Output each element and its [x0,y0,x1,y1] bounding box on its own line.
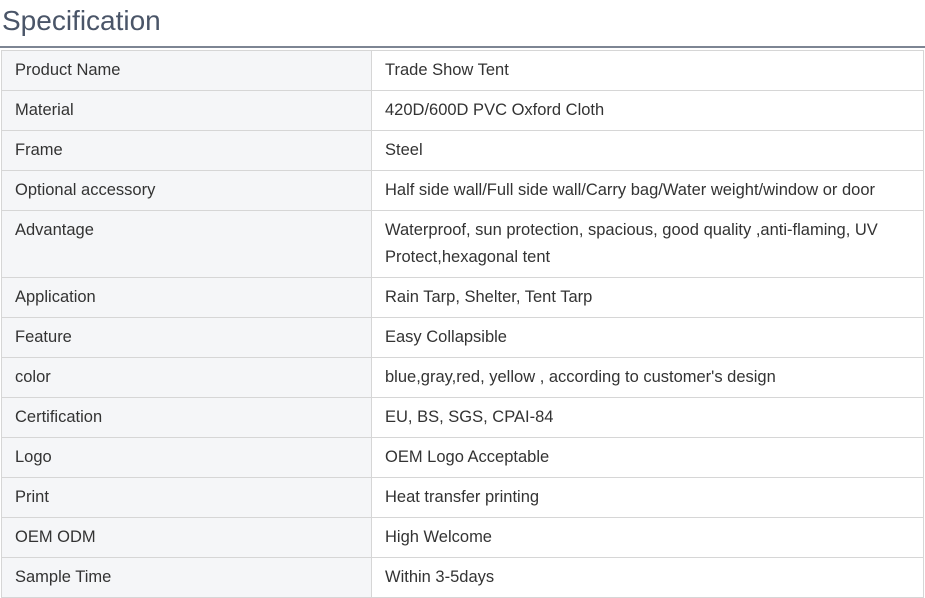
specification-table: Product Name Trade Show Tent Material 42… [1,50,924,598]
table-row: Logo OEM Logo Acceptable [1,437,924,478]
spec-key: Feature [1,317,372,358]
spec-value: Steel [371,130,924,171]
table-row: Frame Steel [1,130,924,171]
table-row: Certification EU, BS, SGS, CPAI-84 [1,397,924,438]
spec-key: Sample Time [1,557,372,598]
spec-value: Within 3-5days [371,557,924,598]
table-row: color blue,gray,red, yellow , according … [1,357,924,398]
spec-key: Frame [1,130,372,171]
spec-key: Application [1,277,372,318]
spec-value: Easy Collapsible [371,317,924,358]
spec-value: blue,gray,red, yellow , according to cus… [371,357,924,398]
table-row: Print Heat transfer printing [1,477,924,518]
spec-key: Product Name [1,50,372,91]
table-row: Material 420D/600D PVC Oxford Cloth [1,90,924,131]
spec-value: 420D/600D PVC Oxford Cloth [371,90,924,131]
table-row: Optional accessory Half side wall/Full s… [1,170,924,211]
spec-key: Print [1,477,372,518]
spec-key: OEM ODM [1,517,372,558]
spec-value: OEM Logo Acceptable [371,437,924,478]
spec-key: color [1,357,372,398]
page-title: Specification [2,5,161,36]
spec-value: Half side wall/Full side wall/Carry bag/… [371,170,924,211]
table-row: Sample Time Within 3-5days [1,557,924,598]
table-row: Product Name Trade Show Tent [1,50,924,91]
spec-value: Heat transfer printing [371,477,924,518]
table-row: Advantage Waterproof, sun protection, sp… [1,210,924,278]
spec-key: Advantage [1,210,372,278]
spec-value: EU, BS, SGS, CPAI-84 [371,397,924,438]
spec-value: Waterproof, sun protection, spacious, go… [371,210,924,278]
spec-key: Material [1,90,372,131]
table-row: OEM ODM High Welcome [1,517,924,558]
spec-value: Rain Tarp, Shelter, Tent Tarp [371,277,924,318]
table-row: Feature Easy Collapsible [1,317,924,358]
spec-value: Trade Show Tent [371,50,924,91]
spec-value: High Welcome [371,517,924,558]
spec-key: Logo [1,437,372,478]
spec-key: Certification [1,397,372,438]
table-row: Application Rain Tarp, Shelter, Tent Tar… [1,277,924,318]
section-heading: Specification [0,0,925,48]
spec-key: Optional accessory [1,170,372,211]
